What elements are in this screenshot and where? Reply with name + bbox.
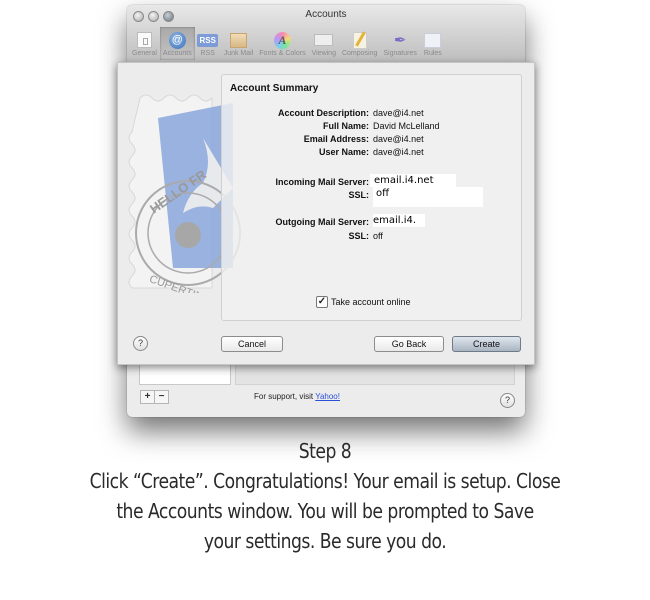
add-remove-controls: + −	[140, 390, 169, 404]
support-text: For support, visit Yahoo!	[254, 392, 340, 401]
summary-title: Account Summary	[230, 83, 319, 94]
preferences-toolbar: General @ Accounts RSS RSS Junk Mail A F…	[129, 27, 523, 63]
instruction-line: your settings. Be sure you do.	[203, 529, 447, 553]
apple-logo	[175, 222, 201, 248]
incoming-ssl-value: off	[373, 187, 483, 207]
step-heading: Step 8	[298, 439, 352, 463]
field-row-full-name: Full Name: David McLelland	[322, 121, 440, 131]
sheet-help-button[interactable]: ?	[133, 336, 148, 351]
tab-signatures[interactable]: ✒ Signatures	[380, 27, 419, 60]
create-button[interactable]: Create	[452, 336, 521, 352]
help-button[interactable]: ?	[500, 393, 515, 408]
field-row-outgoing-server: Outgoing Mail Server:	[275, 217, 369, 227]
checkbox-checked-icon[interactable]: ✓	[316, 296, 328, 308]
title-bar: Accounts General @ Accounts RSS RSS Junk…	[127, 5, 525, 64]
incoming-server-value: email.i4.net	[370, 174, 456, 187]
yahoo-support-link[interactable]: Yahoo!	[315, 392, 340, 401]
tab-rss[interactable]: RSS RSS	[195, 27, 221, 60]
field-row-user-name: User Name: dave@i4.net	[318, 147, 424, 157]
general-switch-icon	[136, 32, 152, 48]
tab-rules[interactable]: Rules	[420, 27, 446, 60]
account-summary-sheet: HELLO FR CUPERTINO Account Summary Accou…	[117, 62, 535, 365]
tab-fonts-colors[interactable]: A Fonts & Colors	[256, 27, 308, 60]
field-row-account-description: Account Description: dave@i4.net	[277, 108, 424, 118]
summary-panel: Account Summary Account Description: dav…	[221, 74, 522, 321]
tab-composing[interactable]: Composing	[339, 27, 380, 60]
at-sign-icon: @	[168, 31, 186, 49]
field-row-outgoing-ssl: SSL: off	[348, 231, 383, 241]
remove-account-button[interactable]: −	[154, 391, 168, 403]
take-account-online-checkbox[interactable]: ✓ Take account online	[316, 296, 411, 308]
field-row-email-address: Email Address: dave@i4.net	[303, 134, 424, 144]
outgoing-server-value: email.i4.	[373, 214, 425, 227]
tab-junk-mail[interactable]: Junk Mail	[221, 27, 257, 60]
add-account-button[interactable]: +	[141, 391, 154, 403]
instruction-caption: Step 8 Click “Create”. Congratulations! …	[46, 436, 605, 556]
take-account-online-label: Take account online	[331, 297, 411, 307]
instruction-line: the Accounts window. You will be prompte…	[116, 499, 534, 523]
viewing-icon	[314, 34, 334, 46]
tab-general[interactable]: General	[129, 27, 160, 60]
composing-icon	[352, 31, 367, 49]
signatures-icon: ✒	[393, 32, 407, 49]
fonts-colors-icon: A	[273, 31, 291, 49]
rules-icon	[424, 32, 442, 48]
tab-accounts[interactable]: @ Accounts	[159, 27, 195, 60]
junk-mail-icon	[229, 32, 247, 48]
tab-viewing[interactable]: Viewing	[309, 27, 339, 60]
rss-icon: RSS	[197, 33, 218, 47]
cancel-button[interactable]: Cancel	[221, 336, 283, 352]
go-back-button[interactable]: Go Back	[374, 336, 444, 352]
instruction-line: Click “Create”. Congratulations! Your em…	[89, 469, 561, 493]
window-title: Accounts	[305, 9, 347, 20]
